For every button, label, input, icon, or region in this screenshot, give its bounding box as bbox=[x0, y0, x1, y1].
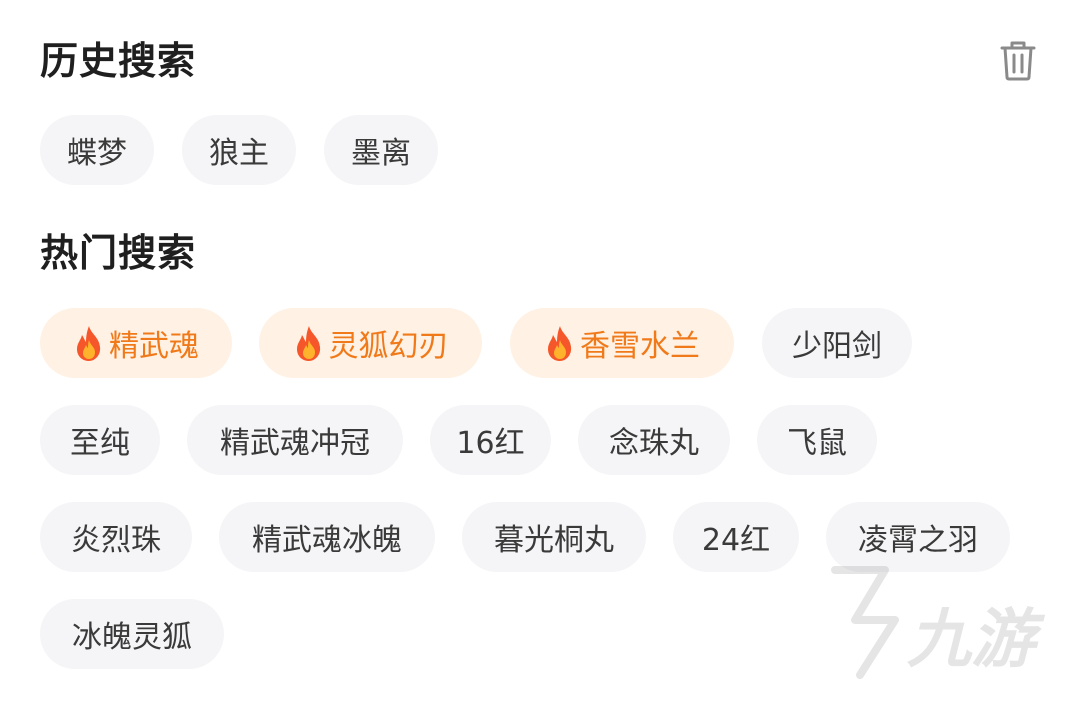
hot-chip[interactable]: 精武魂 bbox=[40, 308, 232, 378]
chip-label: 16红 bbox=[456, 426, 525, 461]
hot-chip[interactable]: 炎烈珠 bbox=[40, 502, 192, 572]
chip-label: 24红 bbox=[701, 523, 771, 558]
chip-label: 香雪水兰 bbox=[580, 329, 700, 364]
chip-label: 凌霄之羽 bbox=[858, 523, 978, 558]
chip-label: 精武魂 bbox=[109, 329, 199, 364]
chip-label: 少阳剑 bbox=[792, 329, 882, 364]
chip-label: 精武魂冰魄 bbox=[252, 523, 402, 558]
chip-label: 墨离 bbox=[351, 136, 411, 171]
hot-chip[interactable]: 精武魂冰魄 bbox=[219, 502, 435, 572]
chip-label: 至纯 bbox=[70, 426, 130, 461]
chip-label: 蝶梦 bbox=[67, 136, 127, 171]
trash-icon bbox=[1000, 41, 1036, 81]
logo-icon bbox=[831, 566, 899, 679]
history-chip[interactable]: 墨离 bbox=[324, 115, 438, 185]
chip-label: 念珠丸 bbox=[609, 426, 699, 461]
chip-label: 灵狐幻刃 bbox=[328, 329, 449, 364]
hot-chip[interactable]: 灵狐幻刃 bbox=[259, 308, 482, 378]
hot-chip[interactable]: 凌霄之羽 bbox=[826, 502, 1010, 572]
hot-chip[interactable]: 暮光桐丸 bbox=[462, 502, 646, 572]
history-chip[interactable]: 蝶梦 bbox=[40, 115, 154, 185]
chip-label: 冰魄灵狐 bbox=[72, 620, 192, 655]
fire-icon bbox=[293, 324, 325, 362]
hot-chip[interactable]: 24红 bbox=[673, 502, 799, 572]
chip-label: 飞鼠 bbox=[787, 426, 847, 461]
chip-label: 精武魂冲冠 bbox=[220, 426, 370, 461]
chip-label: 狼主 bbox=[209, 136, 269, 171]
hot-chip[interactable]: 少阳剑 bbox=[762, 308, 912, 378]
hot-chip[interactable]: 冰魄灵狐 bbox=[40, 599, 224, 669]
clear-history-button[interactable] bbox=[996, 38, 1040, 82]
history-chip[interactable]: 狼主 bbox=[182, 115, 296, 185]
fire-icon bbox=[544, 324, 576, 362]
watermark-logo: 九游 bbox=[815, 560, 1055, 680]
hot-chip[interactable]: 16红 bbox=[430, 405, 551, 475]
hot-chip[interactable]: 精武魂冲冠 bbox=[187, 405, 403, 475]
hot-chip[interactable]: 香雪水兰 bbox=[510, 308, 734, 378]
hot-chip[interactable]: 至纯 bbox=[40, 405, 160, 475]
chip-label: 暮光桐丸 bbox=[494, 523, 614, 558]
fire-icon bbox=[73, 324, 105, 362]
chip-label: 炎烈珠 bbox=[71, 523, 161, 558]
hot-title: 热门搜索 bbox=[40, 231, 197, 275]
watermark-text: 九游 bbox=[907, 603, 1035, 677]
hot-chip[interactable]: 飞鼠 bbox=[757, 405, 877, 475]
hot-chip[interactable]: 念珠丸 bbox=[578, 405, 730, 475]
history-title: 历史搜索 bbox=[40, 39, 197, 83]
